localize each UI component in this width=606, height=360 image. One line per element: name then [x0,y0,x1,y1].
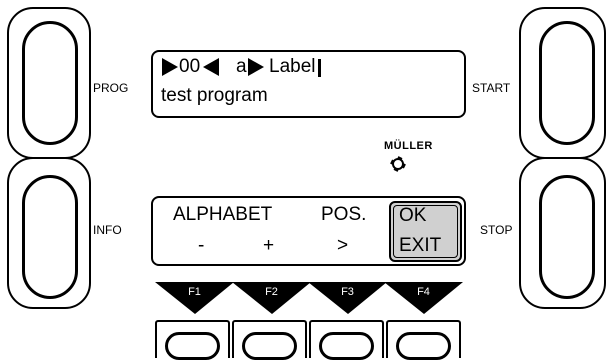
info-label: INFO [93,223,122,237]
prog-button-inner [22,21,78,145]
play-right-icon [162,58,178,76]
bottom-display: ALPHABET POS. - + > OK EXIT [151,196,466,266]
menu-greater: > [337,235,349,256]
f2-key-arrow: F2 [232,282,311,314]
f3-key-arrow: F3 [308,282,387,314]
program-index: 00 [179,56,201,77]
info-button[interactable] [7,157,91,309]
f4-label: F4 [417,286,430,298]
ok-exit-highlight[interactable]: OK EXIT [389,201,462,262]
menu-minus: - [198,235,205,256]
f3-label: F3 [341,286,354,298]
arrow-right-icon [248,58,264,76]
stop-button-inner [539,175,595,299]
f1-key-arrow: F1 [155,282,234,314]
f3-button-inner [319,332,374,360]
play-left-icon [203,58,219,76]
f2-button-inner [242,332,297,360]
muller-logo: MÜLLER [384,140,433,152]
f4-button-inner [396,332,451,360]
stop-button[interactable] [519,157,606,309]
f2-label: F2 [265,286,278,298]
top-display: 00 a Label test program [151,50,466,118]
start-button-inner [539,21,595,145]
label-text: Label [269,56,316,77]
start-button[interactable] [519,7,606,159]
menu-ok: OK [399,205,427,226]
prog-label: PROG [93,81,129,95]
f2-button[interactable] [232,320,307,360]
text-cursor [318,59,321,77]
stop-label: STOP [480,223,513,237]
muller-swirl-icon [390,156,406,172]
info-button-inner [22,175,78,299]
menu-pos: POS. [321,204,367,225]
program-name: test program [161,85,268,106]
menu-alphabet: ALPHABET [173,204,273,225]
current-char: a [236,56,247,77]
f1-button-inner [165,332,220,360]
f1-button[interactable] [155,320,230,360]
f1-label: F1 [188,286,201,298]
f3-button[interactable] [309,320,384,360]
prog-button[interactable] [7,7,91,159]
f4-button[interactable] [386,320,461,360]
menu-plus: + [263,235,275,256]
f4-key-arrow: F4 [384,282,463,314]
menu-exit: EXIT [399,235,442,256]
start-label: START [472,81,511,95]
